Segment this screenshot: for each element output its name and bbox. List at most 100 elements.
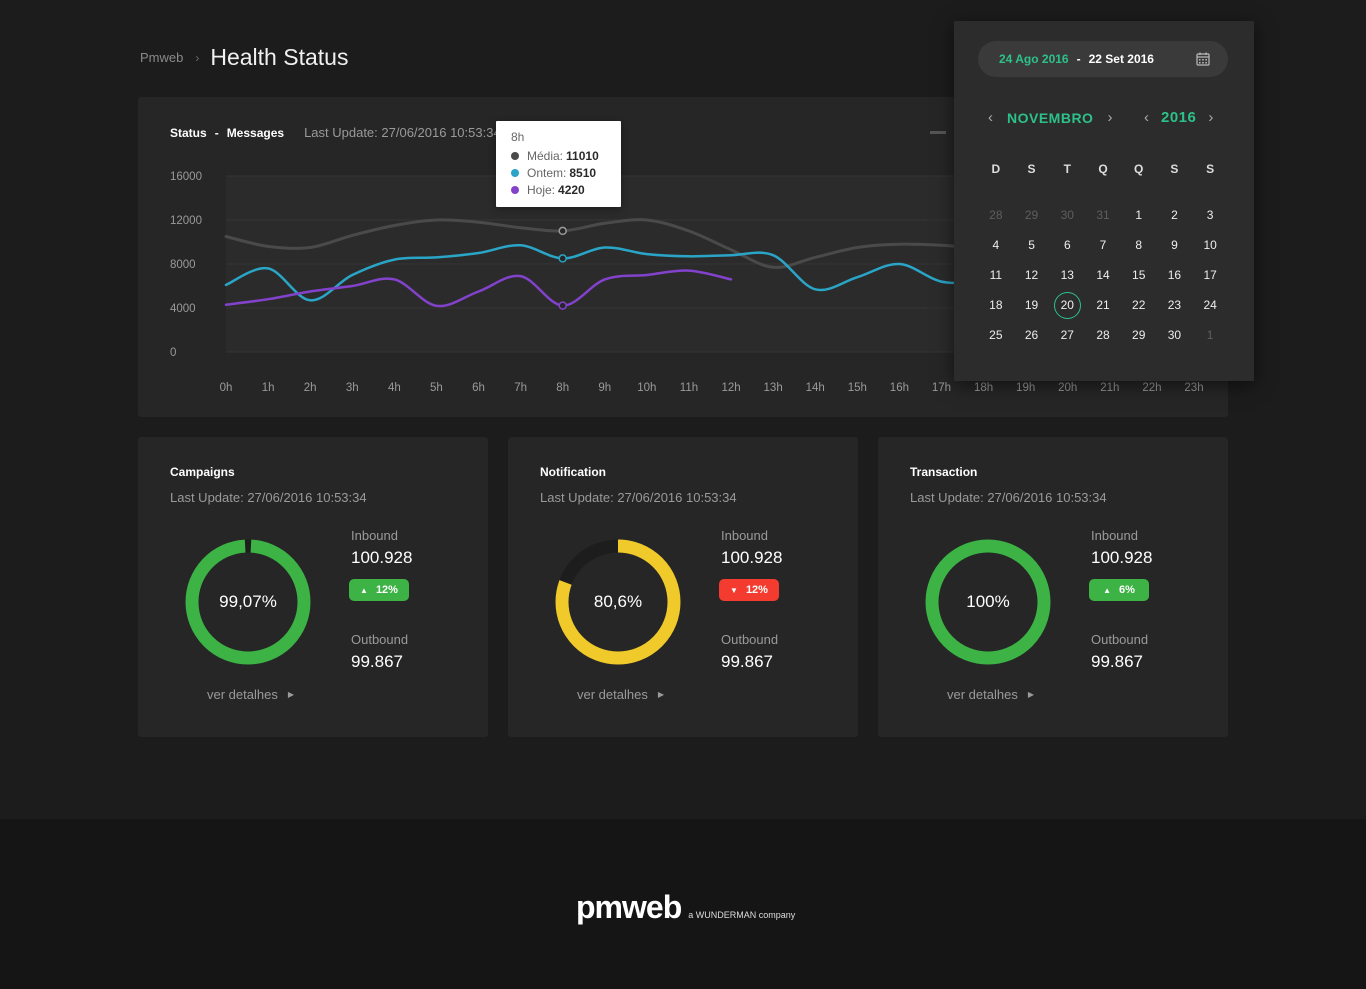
trend-badge: ▼ 12%: [719, 579, 779, 601]
calendar-day[interactable]: 4: [978, 230, 1014, 260]
calendar-day[interactable]: 28: [978, 200, 1014, 230]
calendar-day[interactable]: 26: [1014, 320, 1050, 350]
weekday-label: S: [1206, 162, 1215, 176]
tooltip-row: Ontem: 8510: [511, 164, 621, 181]
calendar-day[interactable]: 23: [1157, 290, 1193, 320]
calendar-day-number: 3: [1206, 208, 1214, 222]
calendar-day[interactable]: 27: [1049, 320, 1085, 350]
calendar-day[interactable]: 10: [1192, 230, 1228, 260]
inbound-label: Inbound: [351, 528, 398, 543]
prev-year-chevron-left-icon[interactable]: ‹: [1144, 109, 1149, 126]
calendar-day[interactable]: 2: [1157, 200, 1193, 230]
chart-header: Status - Messages Last Update: 27/06/201…: [170, 125, 501, 140]
calendar-day[interactable]: 16: [1157, 260, 1193, 290]
calendar-day-number: 29: [1132, 328, 1146, 342]
calendar-day-number: 15: [1132, 268, 1146, 282]
calendar-day-number: 30: [1167, 328, 1182, 342]
calendar-day[interactable]: 30: [1049, 200, 1085, 230]
summary-card-campaigns: Campaigns Last Update: 27/06/2016 10:53:3…: [138, 437, 488, 737]
calendar-day[interactable]: 19: [1014, 290, 1050, 320]
x-tick-label: 4h: [388, 382, 401, 394]
page-title: Health Status: [210, 44, 349, 70]
calendar-day-number: 31: [1096, 208, 1110, 222]
calendar-day-number: 10: [1203, 238, 1217, 252]
calendar-day-selected[interactable]: 20: [1049, 290, 1085, 320]
calendar-day[interactable]: 6: [1049, 230, 1085, 260]
year-label[interactable]: 2016: [1161, 109, 1196, 126]
inbound-value: 100.928: [1091, 548, 1153, 567]
calendar-day[interactable]: 1: [1192, 320, 1228, 350]
logo-tagline: a WUNDERMAN company: [688, 910, 796, 920]
hover-point-1: [558, 254, 567, 263]
calendar-day-number: 5: [1028, 238, 1035, 252]
calendar-day[interactable]: 18: [978, 290, 1014, 320]
weekday-header: DSTQQSS: [978, 162, 1228, 176]
calendar-day-number: 24: [1203, 298, 1217, 312]
calendar-day[interactable]: 31: [1085, 200, 1121, 230]
month-label[interactable]: NOVEMBRO: [1007, 110, 1093, 126]
calendar-day[interactable]: 30: [1157, 320, 1193, 350]
calendar-day-number: 21: [1096, 298, 1110, 312]
calendar-day[interactable]: 22: [1121, 290, 1157, 320]
calendar-day[interactable]: 21: [1085, 290, 1121, 320]
calendar-day[interactable]: 1: [1121, 200, 1157, 230]
outbound-value: 99.867: [1091, 652, 1143, 671]
calendar-day[interactable]: 11: [978, 260, 1014, 290]
calendar-day-number: 20: [1053, 291, 1081, 319]
tooltip-value: 11010: [566, 148, 599, 163]
donut-percent: 100%: [966, 592, 1010, 611]
calendar-day[interactable]: 12: [1014, 260, 1050, 290]
calendar-day[interactable]: 25: [978, 320, 1014, 350]
year-navigator: ‹ 2016 ›: [1144, 109, 1213, 126]
x-tick-label: 3h: [346, 382, 359, 394]
weekday-label: Q: [1134, 162, 1144, 176]
details-link-label: ver detalhes: [207, 687, 278, 702]
weekday-label: D: [991, 162, 1001, 176]
calendar-day-number: 19: [1024, 298, 1039, 312]
calendar-icon[interactable]: [1196, 52, 1210, 66]
calendar-day[interactable]: 28: [1085, 320, 1121, 350]
calendar-day[interactable]: 14: [1085, 260, 1121, 290]
x-tick-label: 13h: [764, 382, 783, 394]
month-navigator: ‹ NOVEMBRO ›: [988, 109, 1112, 126]
calendar-day[interactable]: 15: [1121, 260, 1157, 290]
date-range-field[interactable]: 24 Ago 2016 - 22 Set 2016: [978, 41, 1228, 77]
x-tick-label: 16h: [890, 382, 909, 394]
calendar-day[interactable]: 9: [1157, 230, 1193, 260]
breadcrumb-parent[interactable]: Pmweb: [140, 50, 183, 65]
x-tick-label: 9h: [598, 382, 611, 394]
prev-month-chevron-left-icon[interactable]: ‹: [988, 109, 993, 126]
calendar-day-number: 18: [989, 298, 1003, 312]
calendar-day[interactable]: 5: [1014, 230, 1050, 260]
calendar-day[interactable]: 17: [1192, 260, 1228, 290]
card-last-update: Last Update: 27/06/2016 10:53:34: [170, 490, 367, 505]
tooltip-dot-ontem: [511, 168, 519, 177]
x-tick-label: 18h: [974, 382, 993, 394]
outbound-value: 99.867: [351, 652, 403, 671]
calendar-day[interactable]: 7: [1085, 230, 1121, 260]
card-title: Transaction: [910, 465, 978, 479]
next-year-chevron-right-icon[interactable]: ›: [1208, 109, 1213, 126]
y-tick-label: 8000: [170, 259, 196, 271]
details-link[interactable]: ver detalhes ▶: [947, 687, 1034, 702]
footer: pmweb a WUNDERMAN company: [0, 819, 1366, 989]
breadcrumb-separator-icon: ›: [195, 50, 200, 65]
y-tick-label: 12000: [170, 215, 202, 227]
x-tick-label: 21h: [1100, 382, 1119, 394]
calendar-day[interactable]: 3: [1192, 200, 1228, 230]
calendar-day-number: 27: [1060, 328, 1074, 342]
logo-mark: pmweb: [576, 889, 682, 925]
next-month-chevron-right-icon[interactable]: ›: [1107, 109, 1112, 126]
calendar-day-number: 6: [1063, 238, 1071, 252]
chart-subtitle: Messages: [226, 125, 285, 140]
summary-card-notification: Notification Last Update: 27/06/2016 10:5…: [508, 437, 858, 737]
calendar-day-number: 29: [1024, 208, 1039, 222]
details-link[interactable]: ver detalhes ▶: [577, 687, 664, 702]
calendar-day[interactable]: 29: [1121, 320, 1157, 350]
calendar-day[interactable]: 24: [1192, 290, 1228, 320]
details-link[interactable]: ver detalhes ▶: [207, 687, 294, 702]
calendar-day[interactable]: 29: [1014, 200, 1050, 230]
calendar-day[interactable]: 13: [1049, 260, 1085, 290]
calendar-day[interactable]: 8: [1121, 230, 1157, 260]
x-tick-label: 23h: [1184, 382, 1203, 394]
